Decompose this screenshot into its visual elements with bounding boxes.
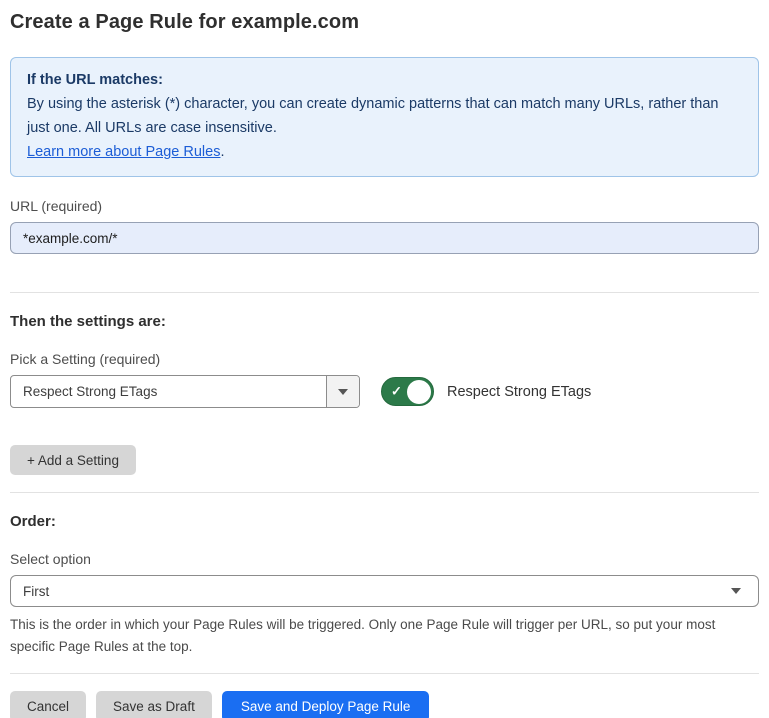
setting-dropdown-arrow[interactable] [326, 376, 359, 407]
cancel-button[interactable]: Cancel [10, 691, 86, 718]
learn-more-link[interactable]: Learn more about Page Rules [27, 144, 220, 160]
order-dropdown-value: First [23, 584, 49, 599]
page-title: Create a Page Rule for example.com [10, 11, 759, 34]
create-page-rule-form: Create a Page Rule for example.com If th… [0, 0, 769, 718]
settings-section-heading: Then the settings are: [10, 313, 759, 330]
toggle-knob [407, 380, 431, 404]
toggle-label: Respect Strong ETags [447, 384, 591, 400]
order-help-text: This is the order in which your Page Rul… [10, 614, 759, 658]
info-box-heading: If the URL matches: [27, 68, 742, 92]
section-divider [10, 492, 759, 493]
setting-dropdown-value: Respect Strong ETags [11, 376, 326, 407]
url-match-info-box: If the URL matches: By using the asteris… [10, 57, 759, 177]
order-select-label: Select option [10, 551, 759, 567]
url-field-label: URL (required) [10, 198, 759, 214]
footer-actions: Cancel Save as Draft Save and Deploy Pag… [10, 691, 759, 718]
setting-picker-label: Pick a Setting (required) [10, 351, 759, 367]
section-divider [10, 292, 759, 293]
chevron-down-icon [731, 588, 741, 594]
check-icon: ✓ [391, 383, 402, 399]
chevron-down-icon [338, 389, 348, 395]
save-draft-button[interactable]: Save as Draft [96, 691, 212, 718]
info-box-link-line: Learn more about Page Rules. [27, 140, 742, 164]
save-deploy-button[interactable]: Save and Deploy Page Rule [222, 691, 430, 718]
respect-strong-etags-toggle[interactable]: ✓ [381, 377, 434, 406]
link-period: . [220, 144, 224, 160]
add-setting-button[interactable]: + Add a Setting [10, 445, 136, 475]
footer-divider [10, 673, 759, 674]
info-box-body: By using the asterisk (*) character, you… [27, 92, 742, 140]
setting-row: Respect Strong ETags ✓ Respect Strong ET… [10, 375, 759, 408]
order-dropdown[interactable]: First [10, 575, 759, 607]
setting-dropdown[interactable]: Respect Strong ETags [10, 375, 360, 408]
url-input[interactable] [10, 222, 759, 254]
order-section-heading: Order: [10, 513, 759, 530]
